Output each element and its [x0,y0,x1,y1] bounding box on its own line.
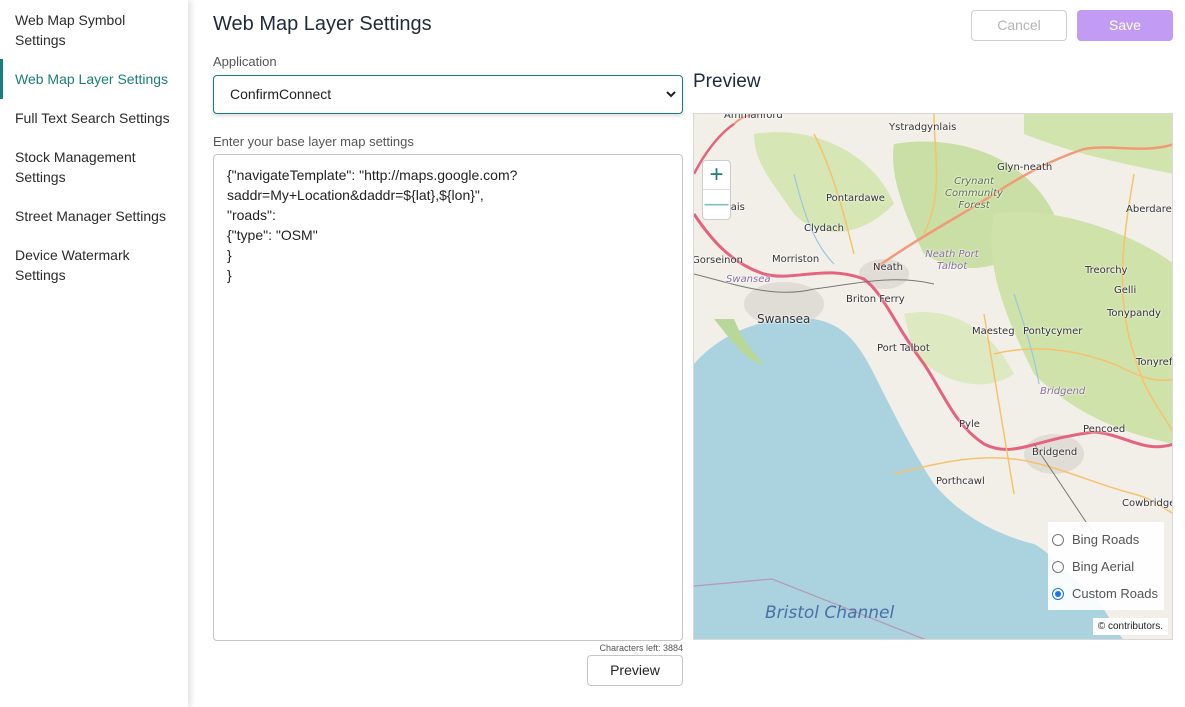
map-place-label: Ystradgynlais [889,122,957,133]
sidebar: Web Map Symbol Settings Web Map Layer Se… [0,0,188,707]
map-place-label: Ammanford [724,113,783,121]
map-attribution: © contributors. [1092,618,1168,635]
map-place-label: Maesteg [972,326,1015,337]
map-place-label: Tonypandy [1107,308,1161,319]
sidebar-item-web-map-symbol-settings[interactable]: Web Map Symbol Settings [0,10,150,50]
layer-option-label: Bing Aerial [1072,559,1135,574]
map-place-label: Bridgend [1040,386,1086,397]
map-place-label: Port Talbot [877,343,930,354]
map-place-label: Gelli [1114,285,1137,296]
map-sea-label: Bristol Channel [765,603,895,623]
map-place-label: Treorchy [1085,265,1128,276]
radio-button[interactable] [1052,560,1064,573]
radio-button-checked[interactable] [1052,587,1064,600]
map-place-label: Bridgend [1032,447,1078,458]
layer-option-custom-roads[interactable]: Custom Roads [1052,580,1164,607]
sidebar-item-label: Stock Management Settings [15,149,136,185]
map-place-label: Pontycymer [1023,326,1083,337]
sidebar-item-stock-management-settings[interactable]: Stock Management Settings [0,147,150,187]
map-place-label: Neath Port Talbot [925,249,979,272]
application-select-value: ConfirmConnect [230,86,332,102]
map-place-label: Swansea [757,312,811,326]
preview-title: Preview [693,71,761,92]
map-place-label: Aberdare [1126,204,1172,215]
save-button[interactable]: Save [1077,10,1173,41]
sidebar-item-label: Street Manager Settings [15,208,166,224]
map-zoom-control: + — [702,160,731,220]
map-place-label: Pyle [959,419,980,430]
application-select[interactable]: ConfirmConnect [213,75,683,114]
base-layer-settings-textarea[interactable]: {"navigateTemplate": "http://maps.google… [213,154,683,641]
sidebar-item-web-map-layer-settings[interactable]: Web Map Layer Settings [0,59,188,99]
sidebar-item-label: Web Map Layer Settings [15,71,169,87]
layer-option-label: Bing Roads [1072,532,1140,547]
map-place-label: Clydach [804,223,844,234]
base-layer-label: Enter your base layer map settings [213,134,414,149]
preview-button[interactable]: Preview [587,655,683,686]
map-place-label: Pontardawe [826,193,885,204]
sidebar-item-label: Full Text Search Settings [15,110,170,126]
map-preview[interactable]: Ammanford Ystradgynlais Glyn-neath Cryna… [693,113,1173,640]
characters-left: Characters left: 3884 [599,643,683,653]
cancel-button[interactable]: Cancel [971,10,1067,41]
layer-option-bing-roads[interactable]: Bing Roads [1052,526,1164,553]
map-place-label: Gorseinon [693,255,743,266]
map-place-label: Morriston [772,254,820,265]
zoom-out-button[interactable]: — [703,190,730,219]
map-place-label: Tonyref. [1136,357,1173,368]
sidebar-item-label: Device Watermark Settings [15,247,130,283]
application-label: Application [213,54,277,69]
map-place-label: Glyn-neath [997,162,1053,173]
sidebar-item-full-text-search-settings[interactable]: Full Text Search Settings [0,108,188,128]
map-place-label: Crynant Community Forest [945,176,1003,211]
zoom-in-button[interactable]: + [703,161,730,190]
map-place-label: Porthcawl [936,476,985,487]
map-place-label: Neath [873,262,904,273]
radio-button[interactable] [1052,533,1064,546]
main-content: Web Map Layer Settings Cancel Save Appli… [188,0,1185,707]
sidebar-item-device-watermark-settings[interactable]: Device Watermark Settings [0,245,150,285]
map-place-label: Pencoed [1083,424,1126,435]
sidebar-item-label: Web Map Symbol Settings [15,12,126,48]
page-title: Web Map Layer Settings [213,13,432,35]
layer-option-label: Custom Roads [1072,586,1158,601]
chevron-down-icon [666,76,676,128]
layer-option-bing-aerial[interactable]: Bing Aerial [1052,553,1164,580]
sidebar-item-street-manager-settings[interactable]: Street Manager Settings [0,206,188,226]
map-place-label: Cowbridge [1122,498,1173,509]
layer-switcher: Bing Roads Bing Aerial Custom Roads [1048,522,1164,610]
map-place-label: Briton Ferry [846,294,905,305]
map-place-label: Swansea [726,274,771,285]
